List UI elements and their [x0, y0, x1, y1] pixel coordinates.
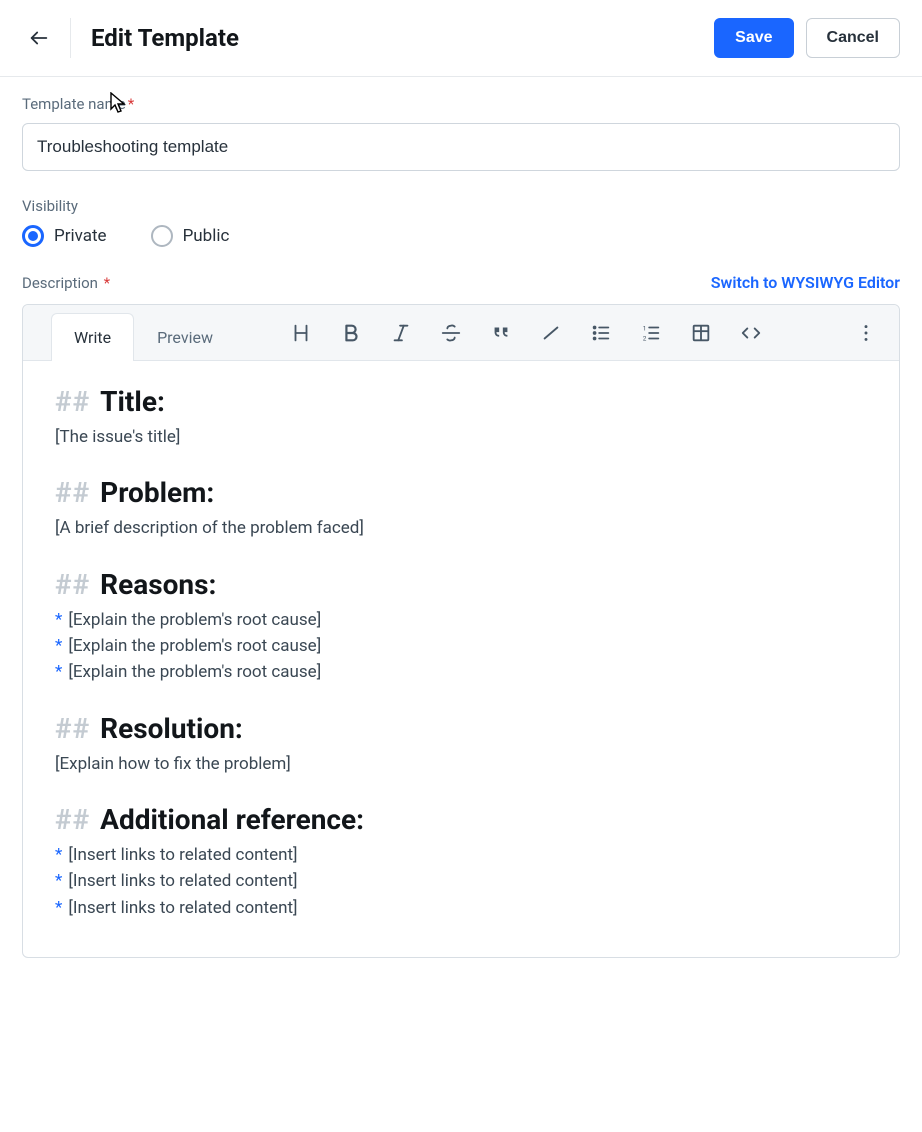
md-section-reasons: ## Reasons: *[Explain the problem's root…: [55, 568, 867, 686]
form-area: Template name* Visibility Private Public…: [0, 77, 922, 982]
md-section-resolution: ## Resolution: [Explain how to fix the p…: [55, 712, 867, 777]
md-bullet-additional-1: [Insert links to related content]: [68, 842, 297, 868]
svg-text:1: 1: [643, 324, 647, 332]
bold-icon: [340, 322, 362, 344]
template-name-label: Template name*: [22, 95, 900, 113]
description-label: Description *: [22, 274, 110, 292]
back-button[interactable]: [22, 21, 56, 55]
quote-icon: [490, 322, 512, 344]
md-bullet-reasons-1: [Explain the problem's root cause]: [68, 607, 321, 633]
toolbar-more-button[interactable]: [843, 313, 889, 353]
md-heading-reasons: Reasons:: [100, 568, 216, 601]
page-title: Edit Template: [91, 24, 239, 52]
visibility-label: Visibility: [22, 197, 900, 215]
save-button[interactable]: Save: [714, 18, 793, 58]
visibility-public-option[interactable]: Public: [151, 225, 230, 247]
horizontal-rule-icon: [540, 322, 562, 344]
toolbar-heading-button[interactable]: [278, 313, 324, 353]
md-hashes: ##: [55, 712, 90, 745]
radio-selected-icon: [22, 225, 44, 247]
visibility-radio-group: Private Public: [22, 225, 900, 247]
md-section-problem: ## Problem: [A brief description of the …: [55, 476, 867, 541]
table-icon: [690, 322, 712, 344]
more-vertical-icon: [855, 322, 877, 344]
cancel-button[interactable]: Cancel: [806, 18, 900, 58]
tab-preview[interactable]: Preview: [134, 313, 236, 361]
md-bullet-additional-3: [Insert links to related content]: [68, 895, 297, 921]
editor-toolbar: Write Preview: [23, 305, 899, 361]
arrow-left-icon: [28, 27, 50, 49]
md-line-title: [The issue's title]: [55, 424, 867, 450]
required-asterisk: *: [128, 95, 134, 113]
md-hashes: ##: [55, 476, 90, 509]
md-section-additional: ## Additional reference: *[Insert links …: [55, 803, 867, 921]
md-heading-additional: Additional reference:: [100, 803, 364, 836]
md-hashes: ##: [55, 803, 90, 836]
toolbar-code-button[interactable]: [728, 313, 774, 353]
md-heading-resolution: Resolution:: [100, 712, 243, 745]
md-bullet-star: *: [55, 659, 62, 685]
header-divider: [70, 18, 71, 58]
md-bullet-star: *: [55, 895, 62, 921]
page-header: Edit Template Save Cancel: [0, 0, 922, 77]
md-line-resolution: [Explain how to fix the problem]: [55, 751, 867, 777]
md-bullet-reasons-3: [Explain the problem's root cause]: [68, 659, 321, 685]
code-icon: [740, 322, 762, 344]
radio-unselected-icon: [151, 225, 173, 247]
toolbar-bold-button[interactable]: [328, 313, 374, 353]
md-heading-problem: Problem:: [100, 476, 214, 509]
strikethrough-icon: [440, 322, 462, 344]
md-bullet-star: *: [55, 868, 62, 894]
md-bullet-star: *: [55, 633, 62, 659]
italic-icon: [390, 322, 412, 344]
toolbar-strikethrough-button[interactable]: [428, 313, 474, 353]
switch-wysiwyg-link[interactable]: Switch to WYSIWYG Editor: [711, 273, 900, 292]
ordered-list-icon: 12: [640, 322, 662, 344]
toolbar-ul-button[interactable]: [578, 313, 624, 353]
toolbar-hr-button[interactable]: [528, 313, 574, 353]
toolbar-italic-button[interactable]: [378, 313, 424, 353]
editor-body[interactable]: ## Title: [The issue's title] ## Problem…: [23, 361, 899, 957]
visibility-private-label: Private: [54, 226, 107, 246]
visibility-private-option[interactable]: Private: [22, 225, 107, 247]
visibility-public-label: Public: [183, 226, 230, 246]
required-asterisk: *: [104, 274, 110, 292]
toolbar-table-button[interactable]: [678, 313, 724, 353]
heading-icon: [290, 322, 312, 344]
md-hashes: ##: [55, 385, 90, 418]
md-bullet-star: *: [55, 842, 62, 868]
toolbar-ol-button[interactable]: 12: [628, 313, 674, 353]
template-name-input[interactable]: [22, 123, 900, 171]
toolbar-quote-button[interactable]: [478, 313, 524, 353]
md-heading-title: Title:: [100, 385, 165, 418]
unordered-list-icon: [590, 322, 612, 344]
md-bullet-star: *: [55, 607, 62, 633]
tab-write[interactable]: Write: [51, 313, 134, 361]
markdown-editor: Write Preview: [22, 304, 900, 958]
md-bullet-reasons-2: [Explain the problem's root cause]: [68, 633, 321, 659]
md-bullet-additional-2: [Insert links to related content]: [68, 868, 297, 894]
md-hashes: ##: [55, 568, 90, 601]
template-name-label-text: Template name: [22, 95, 126, 113]
svg-text:2: 2: [643, 334, 647, 342]
description-label-text: Description: [22, 274, 98, 292]
md-line-problem: [A brief description of the problem face…: [55, 515, 867, 541]
md-section-title: ## Title: [The issue's title]: [55, 385, 867, 450]
